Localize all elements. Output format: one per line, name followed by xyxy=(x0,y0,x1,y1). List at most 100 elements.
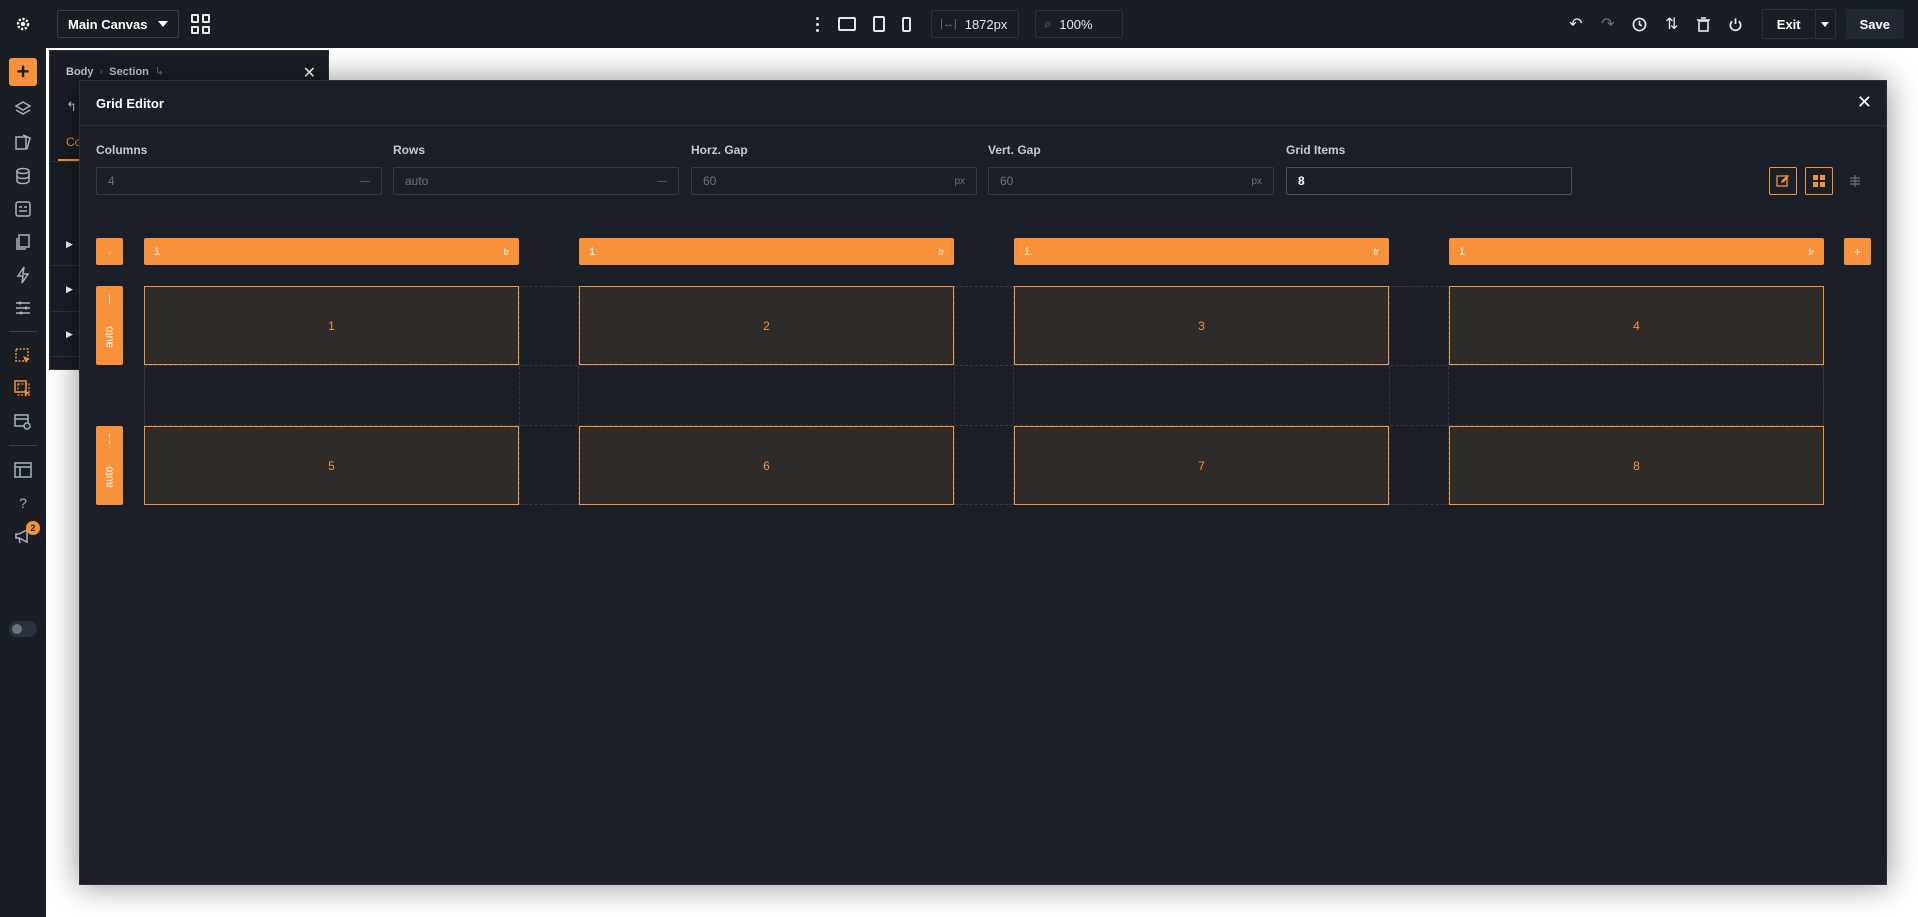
column-value: 1 xyxy=(154,245,161,258)
help-question-icon[interactable]: ? xyxy=(13,493,33,513)
horz-gap-input[interactable]: 60 px xyxy=(691,167,977,195)
rows-input[interactable]: auto — xyxy=(393,167,679,195)
expand-arrow-icon[interactable]: ▶ xyxy=(66,329,73,340)
grid-item[interactable]: 1 xyxy=(144,286,519,365)
mobile-view-icon[interactable] xyxy=(902,16,911,32)
expand-arrow-icon[interactable]: ▶ xyxy=(66,284,73,295)
theme-toggle[interactable] xyxy=(9,621,37,637)
row-size-1[interactable]: auto xyxy=(96,286,123,365)
column-value: 1 xyxy=(1459,245,1466,258)
redo-icon[interactable]: ↷ xyxy=(1592,0,1624,48)
grid-item[interactable]: 5 xyxy=(144,426,519,505)
sort-arrows-icon[interactable]: ⇅ xyxy=(1656,0,1688,48)
settings-gear-icon[interactable] xyxy=(0,0,46,48)
grid-gap-column xyxy=(954,286,1014,505)
rows-label: Rows xyxy=(393,143,426,157)
align-grid-button[interactable] xyxy=(1841,167,1869,195)
row-value: auto xyxy=(103,326,116,348)
more-vertical-icon[interactable] xyxy=(810,16,824,32)
history-clock-icon[interactable] xyxy=(1624,0,1656,48)
templates-grid-icon[interactable] xyxy=(191,14,211,34)
left-sidebar: + ? 2 xyxy=(0,48,46,917)
grid-items-value: 8 xyxy=(1298,174,1305,188)
column-size-4[interactable]: 1 fr xyxy=(1449,238,1824,265)
row-value: auto xyxy=(103,466,116,488)
width-icon: |↔| xyxy=(940,18,957,30)
layers-icon[interactable] xyxy=(13,99,33,119)
column-unit[interactable]: fr xyxy=(504,247,510,257)
stepper-dash-icon: — xyxy=(360,175,370,187)
column-unit[interactable]: fr xyxy=(1809,247,1815,257)
breadcrumb-section[interactable]: Section xyxy=(109,66,149,78)
exit-dropdown-icon[interactable] xyxy=(1814,10,1835,38)
trash-icon[interactable] xyxy=(1688,0,1720,48)
grid-item[interactable]: 7 xyxy=(1014,426,1389,505)
style-manager-icon[interactable] xyxy=(13,132,33,152)
canvas-width-field[interactable]: |↔| 1872px xyxy=(931,10,1019,38)
select-cursor-icon[interactable] xyxy=(13,346,33,366)
breadcrumb-body[interactable]: Body xyxy=(66,66,94,78)
auto-grid-button[interactable] xyxy=(1805,167,1833,195)
expand-arrow-icon[interactable]: ▶ xyxy=(66,239,73,250)
row-size-2[interactable]: auto xyxy=(96,426,123,505)
components-icon[interactable] xyxy=(13,199,33,219)
breadcrumb: Body › Section ↳ xyxy=(66,65,165,79)
templates-window-icon[interactable] xyxy=(13,460,33,480)
rows-value: auto xyxy=(405,174,429,188)
grid-item[interactable]: 2 xyxy=(579,286,954,365)
breadcrumb-separator-icon: › xyxy=(99,65,104,78)
preview-settings-icon[interactable] xyxy=(13,412,33,432)
edit-pencil-icon xyxy=(1776,175,1789,187)
column-value: 1 xyxy=(589,245,596,258)
settings-sliders-icon[interactable] xyxy=(13,298,33,318)
child-arrow-icon: ↳ xyxy=(154,66,165,78)
row-resize-handle[interactable] xyxy=(109,434,110,444)
remove-column-button[interactable]: - xyxy=(96,238,123,265)
grid-items-input[interactable]: 8 xyxy=(1286,167,1572,195)
add-column-button[interactable]: + xyxy=(1844,238,1871,265)
multi-select-icon[interactable] xyxy=(13,379,33,399)
canvas-select[interactable]: Main Canvas xyxy=(57,10,179,38)
add-element-button[interactable]: + xyxy=(9,58,37,86)
notification-badge: 2 xyxy=(26,521,40,535)
power-icon[interactable] xyxy=(1720,0,1752,48)
row-resize-handle[interactable] xyxy=(109,294,110,304)
database-icon[interactable] xyxy=(13,166,33,186)
vert-gap-unit[interactable]: px xyxy=(1251,176,1262,187)
pages-icon[interactable] xyxy=(13,232,33,252)
desktop-view-icon[interactable] xyxy=(838,17,856,31)
canvas-width-value: 1872px xyxy=(964,16,1008,32)
exit-button[interactable]: Exit xyxy=(1761,9,1836,39)
grid-item[interactable]: 3 xyxy=(1014,286,1389,365)
moon-icon xyxy=(12,624,22,634)
viewport-controls: |↔| 1872px ⌕ 100% xyxy=(810,0,1123,48)
modal-header: Grid Editor ✕ xyxy=(80,81,1886,126)
edit-grid-button[interactable] xyxy=(1769,167,1797,195)
column-size-2[interactable]: 1 fr xyxy=(579,238,954,265)
column-unit[interactable]: fr xyxy=(1374,247,1380,257)
vert-gap-label: Vert. Gap xyxy=(988,143,1041,157)
close-icon[interactable]: ✕ xyxy=(1857,92,1872,113)
grid-items-label: Grid Items xyxy=(1286,143,1346,157)
horz-gap-unit[interactable]: px xyxy=(954,176,965,187)
zoom-field[interactable]: ⌕ 100% xyxy=(1035,10,1123,38)
horz-gap-label: Horz. Gap xyxy=(691,143,748,157)
grid-item[interactable]: 6 xyxy=(579,426,954,505)
vert-gap-input[interactable]: 60 px xyxy=(988,167,1274,195)
grid-gap-column xyxy=(1389,286,1449,505)
save-button[interactable]: Save xyxy=(1845,9,1904,39)
back-arrow-icon[interactable]: ↰ xyxy=(66,99,77,115)
grid-item[interactable]: 4 xyxy=(1449,286,1824,365)
modal-title: Grid Editor xyxy=(96,96,164,111)
column-size-1[interactable]: 1 fr xyxy=(144,238,519,265)
sidebar-divider xyxy=(9,331,37,332)
grid-layout-icon xyxy=(1813,175,1825,187)
columns-input[interactable]: 4 — xyxy=(96,167,382,195)
grid-item[interactable]: 8 xyxy=(1449,426,1824,505)
interactions-lightning-icon[interactable] xyxy=(13,265,33,285)
toolbar-actions: ↶ ↷ ⇅ Exit Save xyxy=(1560,0,1904,48)
tablet-view-icon[interactable] xyxy=(873,16,885,32)
undo-icon[interactable]: ↶ xyxy=(1560,0,1592,48)
column-size-3[interactable]: 1 fr xyxy=(1014,238,1389,265)
column-unit[interactable]: fr xyxy=(939,247,945,257)
